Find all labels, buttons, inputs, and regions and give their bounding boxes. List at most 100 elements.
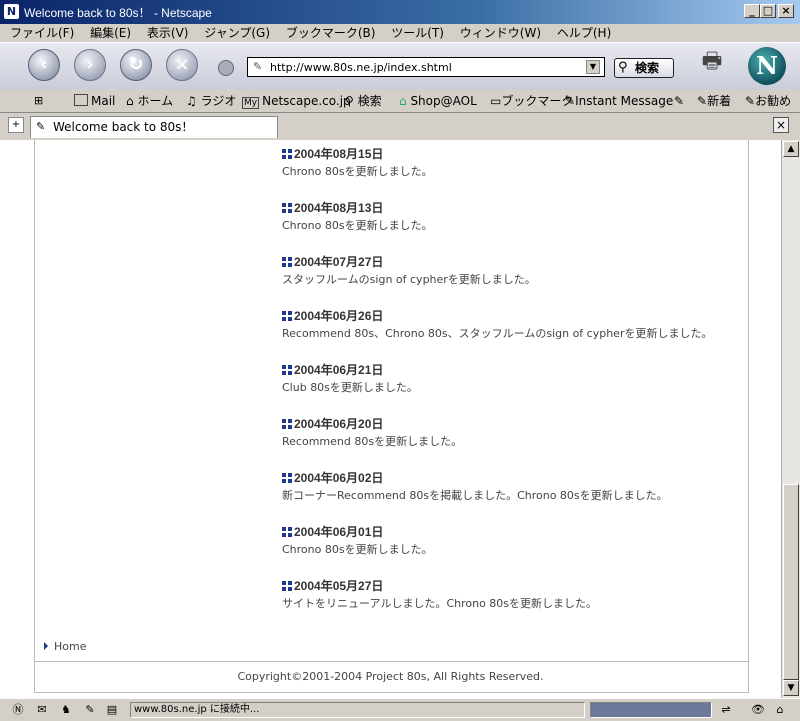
scrollbar-thumb[interactable] [783, 484, 799, 680]
toolbar-link-mail[interactable]: Mail [74, 93, 115, 109]
shop-icon: ⌂ [399, 94, 411, 108]
news-date: 2004年06月01日 [282, 524, 742, 540]
bullet-icon [282, 311, 292, 321]
mail-status-icon[interactable]: ✉ [34, 703, 50, 717]
bullet-icon [282, 581, 292, 591]
toolbar-link-bookmarks[interactable]: ▭ブックマーク [490, 93, 573, 109]
url-dropdown-icon[interactable]: ▼ [586, 60, 600, 74]
personal-toolbar: ⊞ Mail ⌂ ホーム ♫ ラジオ My Netscape.co.jp ⚲ 検索… [0, 90, 800, 113]
vertical-scrollbar[interactable]: ▲ ▼ [781, 140, 800, 698]
menu-file[interactable]: ファイル(F) [10, 24, 74, 42]
news-item: 2004年06月26日 Recommend 80s、Chrono 80s、スタッ… [282, 308, 742, 342]
news-date: 2004年06月02日 [282, 470, 742, 486]
stop-button[interactable]: × [166, 49, 198, 81]
footer-divider [34, 661, 749, 662]
home-link[interactable]: Home [44, 640, 86, 653]
back-button[interactable]: ‹ [28, 49, 60, 81]
news-date: 2004年05月27日 [282, 578, 742, 594]
news-text: Chrono 80sを更新しました。 [282, 219, 433, 232]
toolbar-link-radio[interactable]: ♫ ラジオ [186, 93, 236, 109]
menu-view[interactable]: 表示(V) [147, 24, 189, 42]
new-tab-icon[interactable]: + [8, 117, 24, 133]
composer-icon[interactable]: ✎ [82, 703, 98, 717]
home-icon: ⌂ [126, 94, 138, 108]
menu-bar: ファイル(F) 編集(E) 表示(V) ジャンプ(G) ブックマーク(B) ツー… [0, 24, 800, 42]
address-book-icon[interactable]: ▤ [104, 703, 120, 717]
security-icon[interactable]: 👁 [750, 703, 766, 717]
bullet-icon [282, 257, 292, 267]
toolbar-overflow-icon[interactable]: ✎ [674, 93, 684, 109]
scroll-up-button[interactable]: ▲ [783, 141, 799, 157]
toolbar-link-recommend[interactable]: ✎お勧め [745, 93, 791, 109]
menu-help[interactable]: ヘルプ(H) [557, 24, 611, 42]
sidebar-toggle-icon[interactable]: ⊞ [34, 93, 43, 109]
toolbar-link-new[interactable]: ✎新着 [697, 93, 731, 109]
news-text: Recommend 80sを更新しました。 [282, 435, 463, 448]
bullet-icon [282, 149, 292, 159]
instant-message-icon[interactable]: ♞ [58, 703, 74, 717]
toolbar-link-netscape[interactable]: My Netscape.co.jp [242, 93, 351, 111]
search-button[interactable]: ⚲ 検索 [614, 58, 674, 78]
news-text: Club 80sを更新しました。 [282, 381, 418, 394]
toolbar-link-search[interactable]: ⚲ 検索 [345, 93, 382, 109]
magnifier-icon: ⚲ [618, 60, 628, 75]
news-text: サイトをリニューアルしました。Chrono 80sを更新しました。 [282, 597, 598, 610]
bullet-icon [282, 527, 292, 537]
menu-go[interactable]: ジャンプ(G) [204, 24, 270, 42]
news-item: 2004年05月27日 サイトをリニューアルしました。Chrono 80sを更新… [282, 578, 742, 612]
url-bar: ✎ ▼ [247, 57, 605, 77]
scroll-down-button[interactable]: ▼ [783, 680, 799, 696]
bookmark-icon: ✎ [697, 94, 708, 108]
news-date: 2004年08月13日 [282, 200, 742, 216]
news-date: 2004年08月15日 [282, 146, 742, 162]
content-frame-right-border [748, 140, 749, 693]
bookmark-icon: ✎ [745, 94, 756, 108]
page-content: 2004年08月15日 Chrono 80sを更新しました。 2004年08月1… [0, 140, 781, 698]
status-bar: Ⓝ ✉ ♞ ✎ ▤ www.80s.ne.jp に接続中... ⇌ 👁 ⌂ [0, 698, 800, 721]
news-date: 2004年07月27日 [282, 254, 742, 270]
lock-icon: ⌂ [776, 703, 784, 716]
minimize-button[interactable]: _ [744, 4, 760, 18]
menu-bookmarks[interactable]: ブックマーク(B) [286, 24, 376, 42]
tab-active[interactable]: ✎ Welcome back to 80s！ [30, 116, 278, 138]
offline-icon[interactable]: ⇌ [718, 703, 734, 717]
news-date: 2004年06月21日 [282, 362, 742, 378]
content-frame-bottom-border [34, 692, 749, 693]
netscape-status-icon[interactable]: Ⓝ [10, 703, 26, 717]
close-tab-button[interactable]: × [773, 117, 789, 133]
toolbar-link-shop[interactable]: ⌂ Shop@AOL [399, 93, 477, 109]
news-text: Chrono 80sを更新しました。 [282, 165, 433, 178]
forward-button[interactable]: › [74, 49, 106, 81]
my-icon: My [242, 97, 260, 109]
netscape-app-icon: N [4, 4, 19, 19]
close-window-button[interactable]: × [778, 4, 794, 18]
news-text: Chrono 80sを更新しました。 [282, 543, 433, 556]
news-item: 2004年06月21日 Club 80sを更新しました。 [282, 362, 742, 396]
news-item: 2004年06月02日 新コーナーRecommend 80sを掲載しました。Ch… [282, 470, 742, 504]
print-icon[interactable]: 🖶 [697, 49, 727, 75]
status-text: www.80s.ne.jp に接続中... [130, 702, 585, 718]
bullet-icon [282, 473, 292, 483]
url-input[interactable] [270, 59, 580, 75]
news-item: 2004年07月27日 スタッフルームのsign of cypherを更新しまし… [282, 254, 742, 288]
page-proxy-icon: ✎ [253, 60, 263, 73]
bookmark-icon: ✎ [565, 94, 576, 108]
bullet-icon [282, 365, 292, 375]
search-icon: ⚲ [345, 94, 358, 108]
menu-window[interactable]: ウィンドウ(W) [460, 24, 541, 42]
history-dropdown-icon[interactable] [218, 60, 234, 76]
toolbar-link-instant-message[interactable]: ✎Instant Message [565, 93, 673, 109]
content-frame-left-border [34, 140, 35, 693]
netscape-logo[interactable]: N [748, 47, 786, 85]
maximize-button[interactable]: □ [760, 4, 776, 18]
copyright-text: Copyright©2001-2004 Project 80s, All Rig… [237, 670, 544, 683]
news-item: 2004年06月20日 Recommend 80sを更新しました。 [282, 416, 742, 450]
reload-button[interactable]: ↻ [120, 49, 152, 81]
title-bar: N Welcome back to 80s！ - Netscape _ □ × [0, 0, 800, 24]
toolbar-link-home[interactable]: ⌂ ホーム [126, 93, 173, 109]
arrow-right-icon [44, 642, 48, 650]
bullet-icon [282, 203, 292, 213]
tab-label: Welcome back to 80s！ [53, 120, 194, 134]
menu-edit[interactable]: 編集(E) [90, 24, 131, 42]
menu-tools[interactable]: ツール(T) [391, 24, 444, 42]
